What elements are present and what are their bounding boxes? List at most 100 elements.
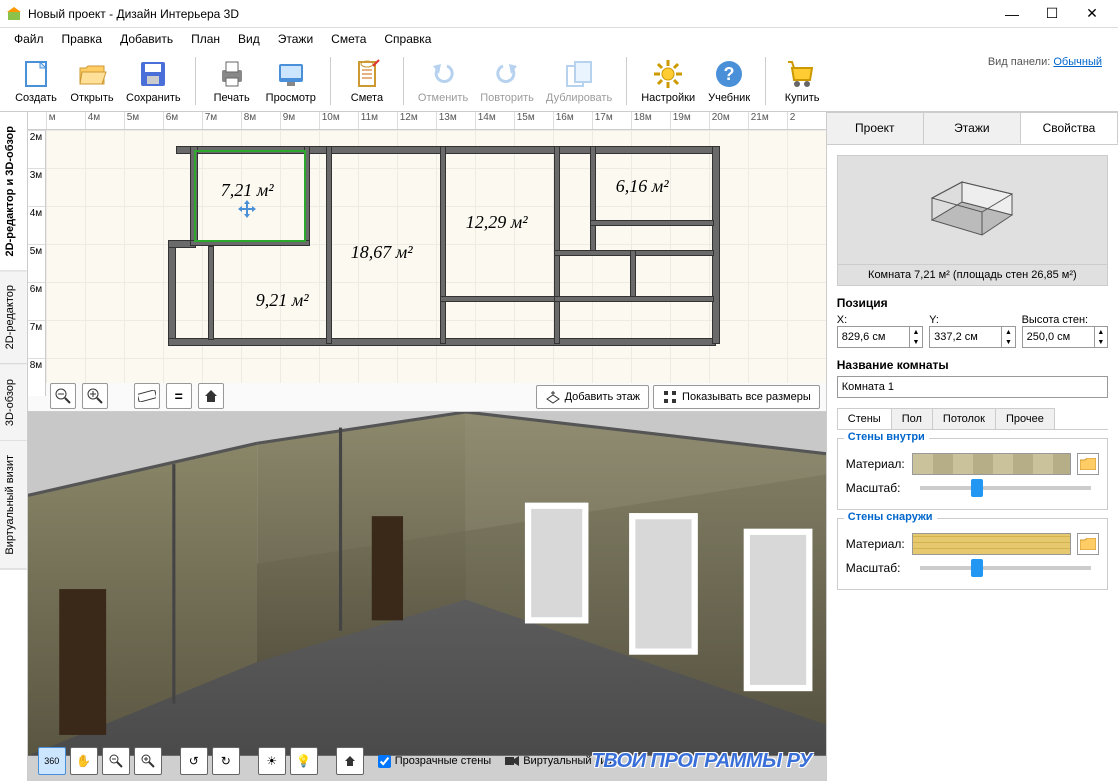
help-button[interactable]: ?Учебник bbox=[703, 53, 755, 109]
side-tab-3d[interactable]: 3D-обзор bbox=[0, 365, 27, 441]
x-input[interactable]: ▲▼ bbox=[837, 326, 923, 348]
add-floor-button[interactable]: Добавить этаж bbox=[536, 385, 649, 409]
add-floor-icon bbox=[545, 389, 561, 405]
print-button[interactable]: Печать bbox=[206, 53, 258, 109]
room-area-label: 18,67 м² bbox=[351, 242, 413, 263]
room-name-input[interactable] bbox=[837, 376, 1108, 398]
folder-icon bbox=[1080, 458, 1096, 470]
subtab-ceiling[interactable]: Потолок bbox=[932, 408, 996, 429]
plan-canvas[interactable]: 7,21 м²6,16 м²12,29 м²18,67 м²9,21 м² bbox=[46, 130, 826, 383]
inner-material-preview[interactable] bbox=[912, 453, 1071, 475]
open-button[interactable]: Открыть bbox=[66, 53, 118, 109]
rotate-right-button[interactable]: ↻ bbox=[212, 747, 240, 775]
plan-view-3d[interactable]: 360 ✋ ↺ ↻ ☀ 💡 Прозрачные стены Виртуальн… bbox=[28, 412, 826, 781]
side-tabs: 2D-редактор и 3D-обзор 2D-редактор 3D-об… bbox=[0, 112, 28, 781]
plan-view-2d[interactable]: м4м5м6м7м8м9м10м11м12м13м14м15м16м17м18м… bbox=[28, 112, 826, 412]
open-icon bbox=[76, 58, 108, 90]
tab-properties[interactable]: Свойства bbox=[1020, 112, 1118, 144]
light-button[interactable]: 💡 bbox=[290, 747, 318, 775]
show-sizes-button[interactable]: Показывать все размеры bbox=[653, 385, 820, 409]
subtab-floor[interactable]: Пол bbox=[891, 408, 933, 429]
side-tab-2d[interactable]: 2D-редактор bbox=[0, 271, 27, 364]
preview-icon bbox=[275, 58, 307, 90]
scene-3d bbox=[28, 412, 826, 756]
settings-button[interactable]: Настройки bbox=[637, 53, 699, 109]
duplicate-button: Дублировать bbox=[542, 53, 616, 109]
outer-material-browse[interactable] bbox=[1077, 533, 1099, 555]
new-button[interactable]: Создать bbox=[10, 53, 62, 109]
room-area-label: 9,21 м² bbox=[256, 290, 309, 311]
transparent-walls-checkbox[interactable]: Прозрачные стены bbox=[378, 755, 491, 768]
panel-mode-link[interactable]: Обычный bbox=[1053, 56, 1102, 68]
side-tab-virtual[interactable]: Виртуальный визит bbox=[0, 441, 27, 570]
menu-add[interactable]: Добавить bbox=[112, 30, 181, 48]
save-icon bbox=[137, 58, 169, 90]
outer-material-preview[interactable] bbox=[912, 533, 1071, 555]
zoom-in-3d-button[interactable] bbox=[134, 747, 162, 775]
y-input[interactable]: ▲▼ bbox=[929, 326, 1015, 348]
units-button[interactable]: = bbox=[166, 383, 192, 409]
toolbar-3d: 360 ✋ ↺ ↻ ☀ 💡 Прозрачные стены Виртуальн… bbox=[38, 747, 623, 775]
minimize-button[interactable]: — bbox=[992, 0, 1032, 28]
home-button[interactable] bbox=[198, 383, 224, 409]
outer-walls-title: Стены снаружи bbox=[844, 511, 937, 523]
settings-icon bbox=[652, 58, 684, 90]
undo-button: Отменить bbox=[414, 53, 472, 109]
title-bar: Новый проект - Дизайн Интерьера 3D — ☐ ✕ bbox=[0, 0, 1118, 28]
buy-button[interactable]: Купить bbox=[776, 53, 828, 109]
undo-icon bbox=[427, 58, 459, 90]
camera-icon bbox=[505, 756, 519, 766]
subtab-other[interactable]: Прочее bbox=[995, 408, 1055, 429]
window-title: Новый проект - Дизайн Интерьера 3D bbox=[28, 7, 992, 21]
move-handle-icon[interactable] bbox=[238, 200, 256, 218]
room-preview bbox=[837, 155, 1108, 265]
estimate-button[interactable]: Смета bbox=[341, 53, 393, 109]
position-title: Позиция bbox=[837, 296, 1108, 310]
help-icon: ? bbox=[713, 58, 745, 90]
home-3d-button[interactable] bbox=[336, 747, 364, 775]
watermark: ТВОИ ПРОГРАММЫ РУ bbox=[592, 750, 812, 773]
save-button[interactable]: Сохранить bbox=[122, 53, 185, 109]
properties-panel: Проект Этажи Свойства Комната 7,21 м² (п… bbox=[827, 112, 1118, 781]
folder-icon bbox=[1080, 538, 1096, 550]
toolbar-2d-right: Добавить этаж Показывать все размеры bbox=[536, 385, 820, 409]
outer-scale-slider[interactable] bbox=[920, 566, 1091, 570]
new-icon bbox=[20, 58, 52, 90]
preview-button[interactable]: Просмотр bbox=[262, 53, 320, 109]
inner-walls-title: Стены внутри bbox=[844, 431, 929, 443]
menu-edit[interactable]: Правка bbox=[54, 30, 111, 48]
room-area-label: 6,16 м² bbox=[616, 176, 669, 197]
menu-plan[interactable]: План bbox=[183, 30, 228, 48]
side-tab-2d3d[interactable]: 2D-редактор и 3D-обзор bbox=[0, 112, 27, 271]
menu-view[interactable]: Вид bbox=[230, 30, 268, 48]
room-area-label: 7,21 м² bbox=[221, 180, 274, 201]
duplicate-icon bbox=[563, 58, 595, 90]
room-preview-label: Комната 7,21 м² (площадь стен 26,85 м²) bbox=[837, 265, 1108, 286]
toolbar-2d-left: = bbox=[50, 383, 224, 409]
menu-estimate[interactable]: Смета bbox=[323, 30, 374, 48]
sun-button[interactable]: ☀ bbox=[258, 747, 286, 775]
measure-button[interactable] bbox=[134, 383, 160, 409]
wall-height-input[interactable]: ▲▼ bbox=[1022, 326, 1108, 348]
inner-material-browse[interactable] bbox=[1077, 453, 1099, 475]
zoom-out-button[interactable] bbox=[50, 383, 76, 409]
room-name-title: Название комнаты bbox=[837, 358, 1108, 372]
zoom-out-3d-button[interactable] bbox=[102, 747, 130, 775]
inner-scale-slider[interactable] bbox=[920, 486, 1091, 490]
maximize-button[interactable]: ☐ bbox=[1032, 0, 1072, 28]
close-button[interactable]: ✕ bbox=[1072, 0, 1112, 28]
tab-floors[interactable]: Этажи bbox=[923, 112, 1021, 144]
menu-help[interactable]: Справка bbox=[376, 30, 439, 48]
orbit-360-button[interactable]: 360 bbox=[38, 747, 66, 775]
pan-button[interactable]: ✋ bbox=[70, 747, 98, 775]
estimate-icon bbox=[351, 58, 383, 90]
rotate-left-button[interactable]: ↺ bbox=[180, 747, 208, 775]
tab-project[interactable]: Проект bbox=[826, 112, 924, 144]
print-icon bbox=[216, 58, 248, 90]
ruler-vertical: 2м3м4м5м6м7м8м bbox=[28, 130, 46, 396]
menu-floors[interactable]: Этажи bbox=[270, 30, 321, 48]
zoom-in-button[interactable] bbox=[82, 383, 108, 409]
buy-icon bbox=[786, 58, 818, 90]
subtab-walls[interactable]: Стены bbox=[837, 408, 892, 429]
menu-file[interactable]: Файл bbox=[6, 30, 52, 48]
